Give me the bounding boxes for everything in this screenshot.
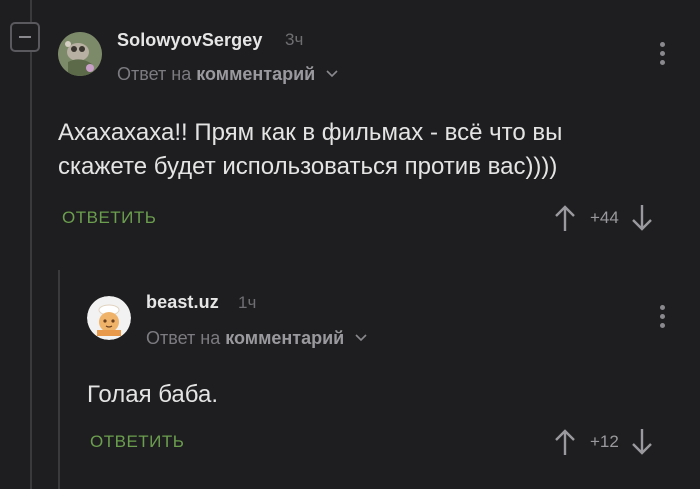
username[interactable]: SolowyovSergey bbox=[117, 30, 262, 51]
chevron-down-icon bbox=[355, 334, 367, 342]
vote-controls: +12 bbox=[554, 428, 653, 456]
username[interactable]: beast.uz bbox=[146, 292, 219, 313]
vote-controls: +44 bbox=[554, 204, 653, 232]
thread-line-root bbox=[30, 0, 32, 489]
more-options-icon[interactable] bbox=[652, 42, 672, 72]
score: +44 bbox=[590, 208, 619, 227]
comment-text-line: скажете будет использоваться против вас)… bbox=[58, 153, 558, 180]
thread-line-reply bbox=[58, 270, 60, 489]
timestamp: 3ч bbox=[285, 30, 304, 49]
more-options-icon[interactable] bbox=[652, 305, 672, 335]
reply-prefix: Ответ на bbox=[146, 328, 221, 348]
reply-prefix: Ответ на bbox=[117, 64, 192, 84]
reply-button[interactable]: ОТВЕТИТЬ bbox=[62, 208, 156, 228]
score: +12 bbox=[590, 432, 619, 451]
avatar[interactable] bbox=[58, 32, 102, 76]
comment-text: Ахахахаха!! Прям как в фильмах - всё что… bbox=[58, 116, 562, 184]
reply-button[interactable]: ОТВЕТИТЬ bbox=[90, 432, 184, 452]
reply-to-link[interactable]: Ответ на комментарий bbox=[146, 328, 367, 349]
reply-to-link[interactable]: Ответ на комментарий bbox=[117, 64, 338, 85]
reply-target: комментарий bbox=[225, 328, 345, 348]
reply-text: Голая баба. bbox=[87, 381, 218, 408]
chevron-down-icon bbox=[326, 70, 338, 78]
reply-target: комментарий bbox=[196, 64, 316, 84]
avatar[interactable] bbox=[87, 296, 131, 340]
downvote-arrow-icon[interactable] bbox=[631, 428, 653, 456]
collapse-icon[interactable] bbox=[10, 22, 40, 52]
downvote-arrow-icon[interactable] bbox=[631, 204, 653, 232]
comment-text-line: Ахахахаха!! Прям как в фильмах - всё что… bbox=[58, 119, 563, 146]
upvote-arrow-icon[interactable] bbox=[554, 428, 576, 456]
timestamp: 1ч bbox=[238, 293, 257, 312]
upvote-arrow-icon[interactable] bbox=[554, 204, 576, 232]
